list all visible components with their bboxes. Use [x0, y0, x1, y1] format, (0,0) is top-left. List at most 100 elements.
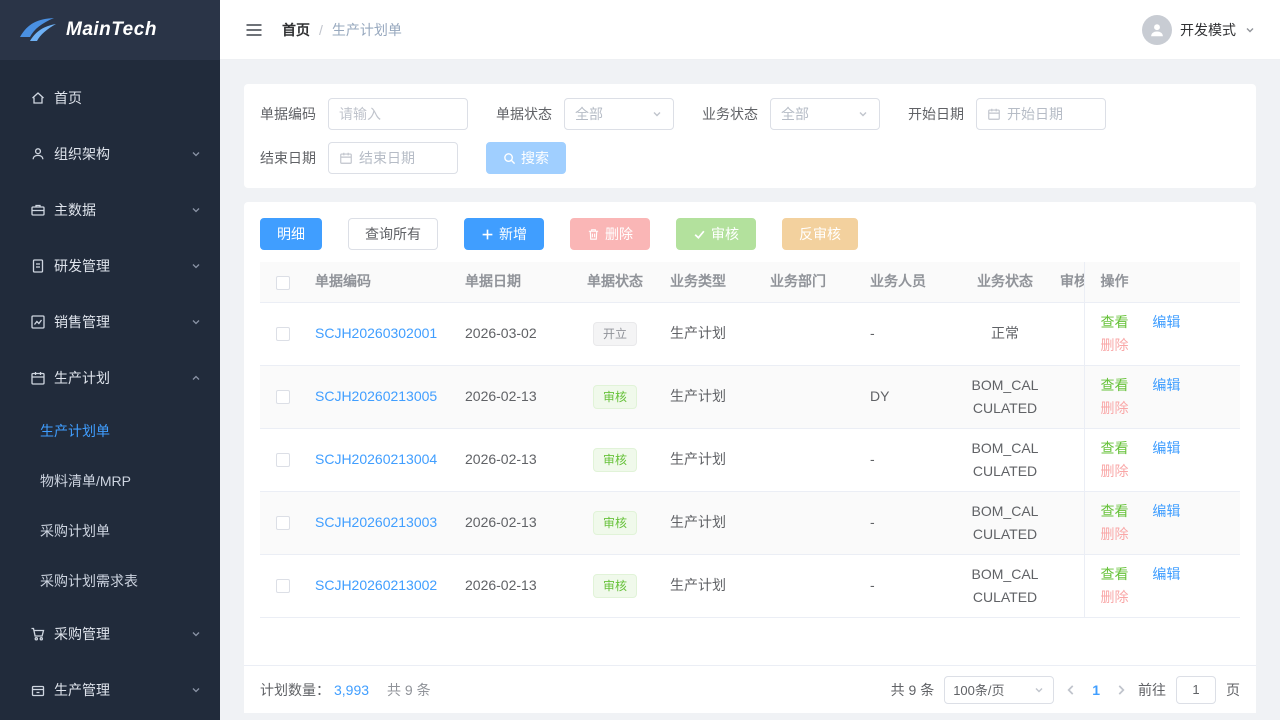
- biz-status: BOM_CALCULATED: [960, 491, 1050, 554]
- sidebar-item-sales[interactable]: 销售管理: [0, 294, 220, 350]
- doc-code-link[interactable]: SCJH20260213003: [315, 511, 445, 534]
- column-header-biz-type: 业务类型: [660, 262, 760, 302]
- page-number-1[interactable]: 1: [1088, 682, 1104, 698]
- unaudit-button[interactable]: 反审核: [782, 218, 858, 250]
- audit-button[interactable]: 审核: [676, 218, 756, 250]
- sidebar-subitem-purchase-plan[interactable]: 采购计划单: [0, 506, 220, 556]
- unaudit-button-label: 反审核: [799, 224, 841, 244]
- detail-button[interactable]: 明细: [260, 218, 322, 250]
- biz-dept: [760, 554, 860, 617]
- next-page-icon[interactable]: [1114, 683, 1128, 697]
- biz-status: 正常: [960, 302, 1050, 365]
- column-header-audit: 审核: [1050, 262, 1084, 302]
- delete-link[interactable]: 删除: [1101, 589, 1129, 605]
- start-date-picker[interactable]: 开始日期: [976, 98, 1106, 130]
- doc-code-label: 单据编码: [260, 104, 316, 124]
- view-link[interactable]: 查看: [1101, 566, 1129, 582]
- sidebar-subitem-label: 采购计划单: [40, 521, 110, 541]
- user-menu[interactable]: 开发模式: [1142, 15, 1256, 45]
- doc-code-link[interactable]: SCJH20260213004: [315, 448, 445, 471]
- biz-dept: [760, 302, 860, 365]
- doc-status-tag: 审核: [593, 448, 637, 472]
- sidebar-subitem-bom-mrp[interactable]: 物料清单/MRP: [0, 456, 220, 506]
- box-icon: [30, 682, 46, 698]
- doc-code-link[interactable]: SCJH20260302001: [315, 322, 445, 345]
- doc-status-select[interactable]: 全部: [564, 98, 674, 130]
- view-link[interactable]: 查看: [1101, 314, 1129, 330]
- view-link[interactable]: 查看: [1101, 503, 1129, 519]
- page-content: 单据编码 单据状态 全部 业务状态 全部: [220, 60, 1280, 720]
- sidebar-subitem-purchase-demand[interactable]: 采购计划需求表: [0, 556, 220, 606]
- chevron-down-icon: [1244, 24, 1256, 36]
- sidebar-item-label: 首页: [54, 88, 202, 108]
- row-checkbox[interactable]: [276, 453, 290, 467]
- edit-link[interactable]: 编辑: [1152, 503, 1180, 519]
- edit-link[interactable]: 编辑: [1152, 440, 1180, 456]
- hamburger-menu-icon[interactable]: [244, 20, 264, 40]
- audit-cell: [1050, 365, 1084, 428]
- logo-text: MainTech: [66, 19, 157, 41]
- briefcase-icon: [30, 202, 46, 218]
- biz-person: -: [860, 554, 960, 617]
- biz-type: 生产计划: [660, 302, 760, 365]
- column-header-biz-status: 业务状态: [960, 262, 1050, 302]
- sidebar-subitem-production-plan-doc[interactable]: 生产计划单: [0, 406, 220, 456]
- end-date-picker[interactable]: 结束日期: [328, 142, 458, 174]
- sidebar-item-production-plan[interactable]: 生产计划: [0, 350, 220, 406]
- doc-code-link[interactable]: SCJH20260213005: [315, 385, 445, 408]
- biz-type: 生产计划: [660, 491, 760, 554]
- biz-person: DY: [860, 365, 960, 428]
- select-all-checkbox[interactable]: [276, 276, 290, 290]
- sidebar-item-home[interactable]: 首页: [0, 70, 220, 126]
- check-icon: [693, 228, 706, 241]
- chevron-down-icon: [1033, 684, 1045, 696]
- end-date-label: 结束日期: [260, 148, 316, 168]
- search-button[interactable]: 搜索: [486, 142, 566, 174]
- row-checkbox[interactable]: [276, 327, 290, 341]
- column-header-person: 业务人员: [860, 262, 960, 302]
- add-button[interactable]: 新增: [464, 218, 544, 250]
- filter-end-date: 结束日期 结束日期: [260, 142, 458, 174]
- biz-type: 生产计划: [660, 365, 760, 428]
- sidebar-item-label: 组织架构: [54, 144, 190, 164]
- page-size-select[interactable]: 100条/页: [944, 676, 1054, 704]
- view-link[interactable]: 查看: [1101, 377, 1129, 393]
- view-link[interactable]: 查看: [1101, 440, 1129, 456]
- edit-link[interactable]: 编辑: [1152, 314, 1180, 330]
- biz-status: BOM_CALCULATED: [960, 365, 1050, 428]
- sidebar-item-purchase[interactable]: 采购管理: [0, 606, 220, 662]
- biz-status-select[interactable]: 全部: [770, 98, 880, 130]
- query-all-button[interactable]: 查询所有: [348, 218, 438, 250]
- row-checkbox[interactable]: [276, 516, 290, 530]
- date-placeholder: 结束日期: [359, 148, 415, 168]
- delete-link[interactable]: 删除: [1101, 337, 1129, 353]
- delete-link[interactable]: 删除: [1101, 463, 1129, 479]
- edit-link[interactable]: 编辑: [1152, 566, 1180, 582]
- row-checkbox[interactable]: [276, 579, 290, 593]
- sidebar-item-label: 生产计划: [54, 368, 190, 388]
- sidebar-item-label: 研发管理: [54, 256, 190, 276]
- biz-type: 生产计划: [660, 554, 760, 617]
- biz-status-label: 业务状态: [702, 104, 758, 124]
- delete-button[interactable]: 删除: [570, 218, 650, 250]
- sidebar-item-master-data[interactable]: 主数据: [0, 182, 220, 238]
- goto-page-input[interactable]: [1176, 676, 1216, 704]
- chevron-down-icon: [190, 204, 202, 216]
- column-header-op: 操作: [1084, 262, 1240, 302]
- edit-link[interactable]: 编辑: [1152, 377, 1180, 393]
- column-header-dept: 业务部门: [760, 262, 860, 302]
- avatar: [1142, 15, 1172, 45]
- sidebar-nav: 首页 组织架构 主数据 研发管理 销售管理: [0, 60, 220, 718]
- sidebar-item-org[interactable]: 组织架构: [0, 126, 220, 182]
- delete-link[interactable]: 删除: [1101, 400, 1129, 416]
- breadcrumb-home[interactable]: 首页: [282, 20, 310, 40]
- prev-page-icon[interactable]: [1064, 683, 1078, 697]
- doc-code-link[interactable]: SCJH20260213002: [315, 574, 445, 597]
- page-unit-label: 页: [1226, 680, 1240, 700]
- sidebar-item-rd[interactable]: 研发管理: [0, 238, 220, 294]
- sidebar-item-production-mgmt[interactable]: 生产管理: [0, 662, 220, 718]
- row-checkbox[interactable]: [276, 390, 290, 404]
- delete-link[interactable]: 删除: [1101, 526, 1129, 542]
- calendar-icon: [987, 107, 1001, 121]
- doc-code-input[interactable]: [339, 106, 457, 122]
